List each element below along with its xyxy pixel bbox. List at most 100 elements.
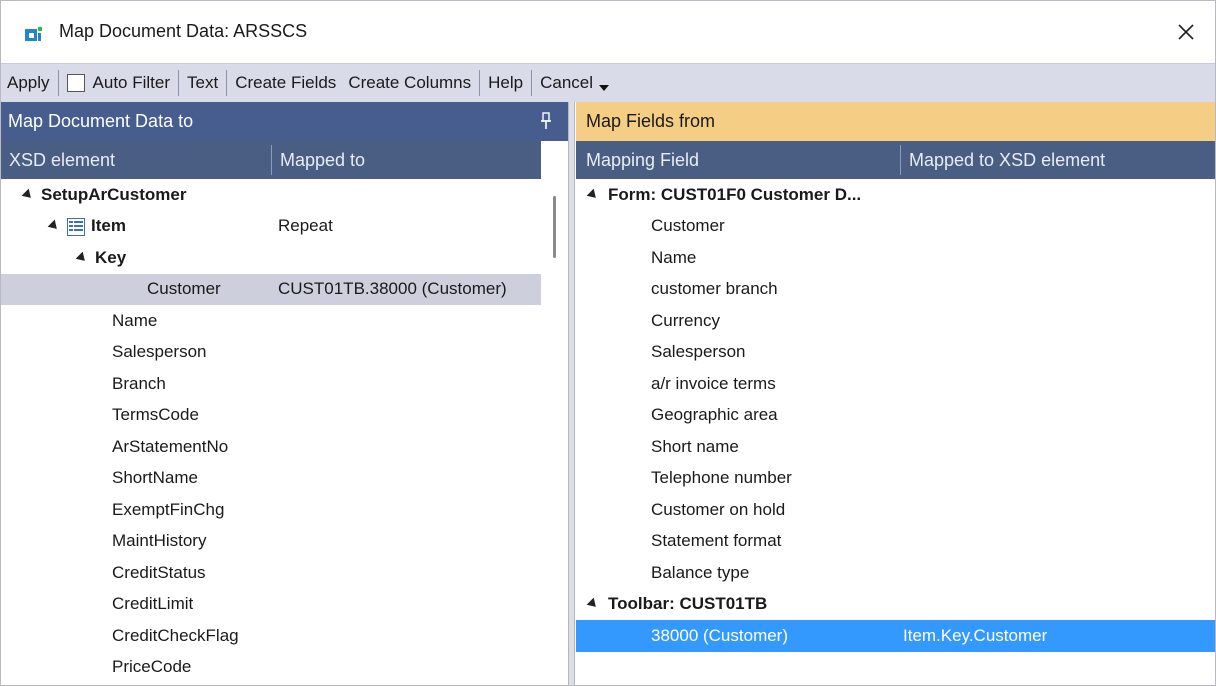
tree-row[interactable]: ArStatementNo: [1, 431, 541, 463]
column-header-xsd-element[interactable]: XSD element: [1, 141, 271, 179]
toolbar-separator: [531, 70, 533, 96]
field-row[interactable]: 38000 (Customer) Item.Key.Customer: [576, 620, 1215, 652]
field-row-mapped-value: Item.Key.Customer: [903, 625, 1048, 645]
tree-row[interactable]: CreditCheckFlag: [1, 620, 541, 652]
field-row-label: 38000 (Customer): [651, 625, 789, 645]
field-row[interactable]: Customer on hold: [576, 494, 1215, 526]
left-scrollbar[interactable]: [541, 179, 568, 685]
title-bar: Map Document Data: ARSSCS: [1, 1, 1215, 63]
window-title: Map Document Data: ARSSCS: [59, 21, 308, 41]
toolbar-separator: [226, 70, 228, 96]
field-row[interactable]: Geographic area: [576, 400, 1215, 432]
toolbar-separator: [57, 70, 59, 96]
chevron-down-icon: [599, 85, 610, 91]
toolbar: Apply Auto Filter Text Create Fields Cre…: [1, 63, 1215, 102]
panel-splitter[interactable]: [568, 102, 575, 685]
tree-row-label: Item: [91, 216, 126, 236]
auto-filter-toggle[interactable]: Auto Filter: [61, 64, 176, 102]
field-row[interactable]: Telephone number: [576, 463, 1215, 495]
field-row[interactable]: Balance type: [576, 557, 1215, 589]
right-panel-title: Map Fields from: [586, 111, 716, 131]
left-panel-header: Map Document Data to: [1, 102, 568, 141]
tree-row-label: SetupArCustomer: [41, 184, 187, 204]
tree-row-label: Customer: [147, 279, 221, 299]
tree-row[interactable]: TermsCode: [1, 400, 541, 432]
field-row[interactable]: Name: [576, 242, 1215, 274]
column-header-mapped-to-xsd[interactable]: Mapped to XSD element: [901, 141, 1215, 179]
field-row[interactable]: a/r invoice terms: [576, 368, 1215, 400]
tree-row[interactable]: PriceCode: [1, 652, 541, 684]
tree-row-mapped-value: Repeat: [278, 216, 333, 236]
tree-row[interactable]: CreditStatus: [1, 557, 541, 589]
tree-row-label: Salesperson: [112, 342, 207, 362]
tree-row-mapped-value: CUST01TB.38000 (Customer): [278, 279, 507, 299]
left-column-headers: XSD element Mapped to: [1, 141, 541, 179]
list-table-icon: [67, 217, 85, 236]
auto-filter-checkbox[interactable]: [66, 74, 85, 92]
field-row[interactable]: Form: CUST01F0 Customer D...: [576, 179, 1215, 211]
tree-row-label: ExemptFinChg: [112, 499, 225, 519]
field-row[interactable]: Toolbar: CUST01TB: [576, 589, 1215, 621]
tree-row[interactable]: Branch: [1, 368, 541, 400]
field-row-label: Currency: [651, 310, 720, 330]
field-row[interactable]: Salesperson: [576, 337, 1215, 369]
right-tree: Form: CUST01F0 Customer D... Customer Name…: [576, 179, 1215, 652]
field-row-label: Customer: [651, 216, 725, 236]
expand-triangle-icon[interactable]: [47, 219, 61, 233]
tree-row[interactable]: Key: [1, 242, 541, 274]
close-icon: [1178, 24, 1194, 40]
right-panel-header: Map Fields from: [576, 102, 1215, 141]
field-row-label: Salesperson: [651, 342, 746, 362]
tree-row[interactable]: CreditLimit: [1, 589, 541, 621]
apply-button[interactable]: Apply: [1, 64, 56, 102]
pin-icon[interactable]: [538, 111, 554, 131]
close-button[interactable]: [1169, 15, 1203, 49]
left-scrollbar-thumb[interactable]: [553, 196, 556, 258]
tree-row-label: PriceCode: [112, 657, 192, 677]
tree-row[interactable]: SetupArCustomer: [1, 179, 541, 211]
field-row-label: customer branch: [651, 279, 778, 299]
tree-row-label: CreditCheckFlag: [112, 625, 239, 645]
field-row-label: a/r invoice terms: [651, 373, 776, 393]
field-row[interactable]: Currency: [576, 305, 1215, 337]
expand-triangle-icon[interactable]: [75, 251, 89, 265]
expand-triangle-icon[interactable]: [21, 188, 35, 202]
tree-row-label: Name: [112, 310, 158, 330]
tree-row[interactable]: Item Repeat: [1, 211, 541, 243]
expand-triangle-icon[interactable]: [586, 597, 600, 611]
field-row-label: Balance type: [651, 562, 750, 582]
create-fields-button[interactable]: Create Fields: [229, 64, 342, 102]
tree-row-label: ArStatementNo: [112, 436, 229, 456]
left-tree: SetupArCustomer Item Repeat Key Customer CUST…: [1, 179, 541, 683]
tree-row[interactable]: Name: [1, 305, 541, 337]
field-row[interactable]: Statement format: [576, 526, 1215, 558]
tree-row[interactable]: Customer CUST01TB.38000 (Customer): [1, 273, 541, 305]
text-button[interactable]: Text: [181, 64, 224, 102]
help-button[interactable]: Help: [482, 64, 529, 102]
right-panel: Map Fields from Mapping Field Mapped to …: [576, 102, 1215, 685]
field-row-label: Geographic area: [651, 405, 778, 425]
field-row-label: Name: [651, 247, 697, 267]
tree-row[interactable]: Salesperson: [1, 337, 541, 369]
cancel-label: Cancel: [540, 73, 594, 92]
field-row[interactable]: customer branch: [576, 274, 1215, 306]
map-document-data-window: Map Document Data: ARSSCS Apply Auto Fil…: [0, 0, 1216, 686]
field-row-label: Form: CUST01F0 Customer D...: [608, 184, 862, 204]
toolbar-separator: [178, 70, 180, 96]
field-row[interactable]: Short name: [576, 431, 1215, 463]
column-header-mapping-field[interactable]: Mapping Field: [576, 141, 900, 179]
right-column-headers: Mapping Field Mapped to XSD element: [576, 141, 1215, 179]
column-header-mapped-to[interactable]: Mapped to: [272, 141, 541, 179]
tree-row[interactable]: ShortName: [1, 463, 541, 495]
app-icon: [25, 25, 43, 43]
field-row-label: Short name: [651, 436, 739, 456]
expand-triangle-icon[interactable]: [586, 188, 600, 202]
field-row-label: Toolbar: CUST01TB: [608, 594, 768, 614]
tree-row[interactable]: MaintHistory: [1, 526, 541, 558]
cancel-button[interactable]: Cancel: [534, 64, 615, 102]
tree-row-label: CreditStatus: [112, 562, 206, 582]
create-columns-button[interactable]: Create Columns: [342, 64, 477, 102]
tree-row-label: ShortName: [112, 468, 198, 488]
tree-row[interactable]: ExemptFinChg: [1, 494, 541, 526]
field-row[interactable]: Customer: [576, 211, 1215, 243]
